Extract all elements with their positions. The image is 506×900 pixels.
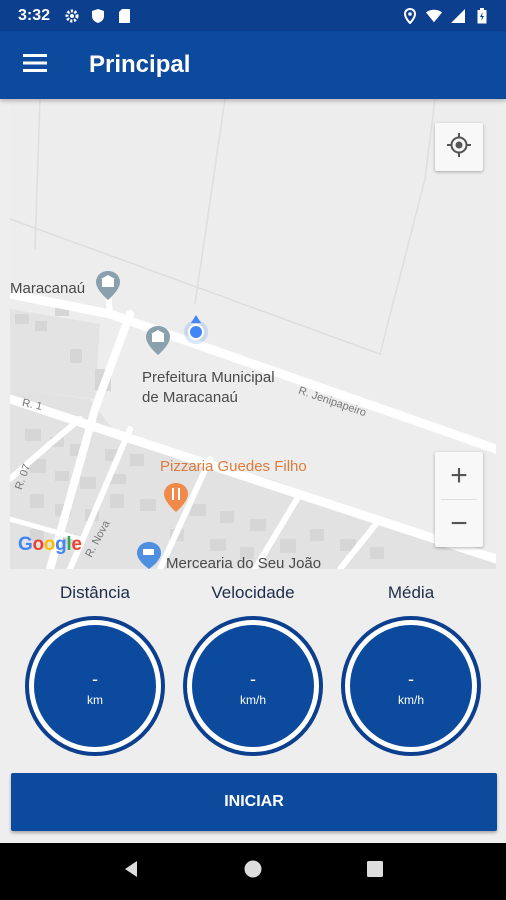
- status-time: 3:32: [18, 6, 51, 24]
- google-logo: Google: [18, 534, 82, 556]
- google-logo-letter: o: [32, 534, 44, 555]
- map-label-pizzaria: Pizzaria Guedes Filho: [160, 458, 307, 475]
- gauge-unit: km/h: [397, 693, 424, 707]
- sd-card-icon: [116, 8, 132, 24]
- stat-speed: Velocidade - km/h: [183, 580, 323, 756]
- menu-button[interactable]: [0, 31, 70, 99]
- nav-home-button[interactable]: [233, 852, 273, 892]
- gauge-value: -: [92, 669, 98, 689]
- google-logo-letter: G: [18, 534, 33, 555]
- current-location-marker: [184, 315, 208, 344]
- gauge-average: - km/h: [341, 616, 481, 756]
- zoom-out-button[interactable]: −: [435, 500, 483, 547]
- battery-icon: [474, 7, 490, 24]
- google-logo-letter: o: [43, 534, 56, 555]
- page-title: Principal: [89, 51, 191, 78]
- location-icon: [402, 7, 418, 24]
- shield-icon: [90, 8, 106, 24]
- home-circle-icon: [243, 859, 263, 884]
- nav-recents-button[interactable]: [355, 852, 395, 892]
- recents-square-icon: [365, 859, 385, 884]
- zoom-in-button[interactable]: +: [435, 452, 483, 499]
- status-icons-right: [402, 7, 490, 24]
- gauge-value: -: [250, 669, 256, 689]
- hamburger-menu-icon: [23, 53, 47, 77]
- app-bar: Principal: [0, 31, 506, 99]
- gauge-value: -: [408, 669, 414, 689]
- crosshair-icon: [446, 132, 472, 163]
- gauge-unit: km/h: [239, 693, 266, 707]
- gauge-inner: - km/h: [350, 625, 472, 747]
- gear-icon: [64, 8, 80, 24]
- google-logo-letter: e: [71, 534, 82, 555]
- map-label-prefeitura: Prefeitura Municipal de Maracanaú: [142, 369, 275, 406]
- app-root: 3:32 Principal Maracanaú Prefeitura Muni…: [0, 0, 506, 900]
- map-view[interactable]: Maracanaú Prefeitura Municipal de Maraca…: [10, 99, 496, 569]
- map-background: [10, 99, 496, 569]
- museum-pin-icon-2: [146, 326, 170, 355]
- status-bar: 3:32: [0, 0, 506, 31]
- my-location-button[interactable]: [435, 123, 483, 171]
- nav-back-button[interactable]: [111, 852, 151, 892]
- start-button[interactable]: INICIAR: [11, 773, 497, 831]
- gauge-inner: - km: [34, 625, 156, 747]
- zoom-controls: + −: [435, 452, 483, 547]
- museum-pin-icon-1: [96, 271, 120, 300]
- wifi-icon: [426, 8, 442, 24]
- map-label-maracanau: Maracanaú: [10, 280, 86, 297]
- stat-average: Média - km/h: [341, 580, 481, 756]
- system-nav-bar: [0, 843, 506, 900]
- gauge-distance: - km: [25, 616, 165, 756]
- map-label-street-r1: R. 1: [20, 397, 44, 413]
- map-label-mercearia: Mercearia do Seu João: [166, 555, 322, 569]
- signal-icon: [450, 8, 466, 24]
- stats-panel: Distância - km Velocidade - km/h Média -…: [0, 580, 506, 760]
- gauge-speed: - km/h: [183, 616, 323, 756]
- gauge-unit: km: [87, 693, 103, 707]
- gauge-inner: - km/h: [192, 625, 314, 747]
- stat-label: Média: [387, 583, 435, 602]
- google-logo-letter: g: [55, 534, 67, 555]
- stat-label: Velocidade: [211, 583, 295, 602]
- stat-distance: Distância - km: [25, 580, 165, 756]
- back-triangle-icon: [121, 859, 141, 884]
- stat-label: Distância: [60, 583, 130, 602]
- status-icons-left: [64, 8, 132, 24]
